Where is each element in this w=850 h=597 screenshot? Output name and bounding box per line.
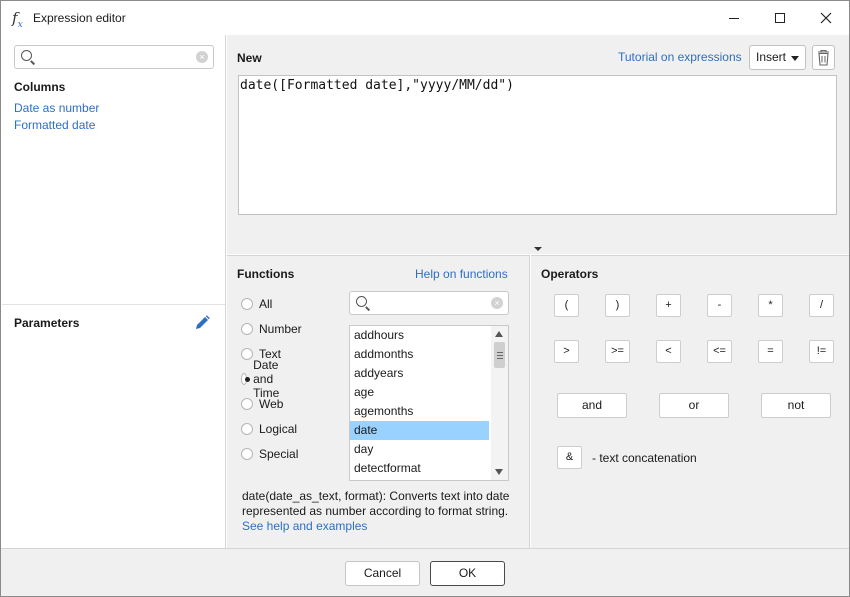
- radio-label: Special: [259, 447, 299, 461]
- insert-dropdown-button[interactable]: Insert: [749, 45, 806, 70]
- operator-less-equal-button[interactable]: <=: [707, 340, 732, 363]
- radio-circle: [241, 348, 253, 360]
- function-fx-icon: fx: [12, 9, 23, 30]
- operator-plus-button[interactable]: +: [656, 294, 681, 317]
- function-description: date(date_as_text, format): Converts tex…: [242, 489, 522, 534]
- chevron-down-icon: [791, 56, 799, 61]
- column-link-date-as-number[interactable]: Date as number: [14, 101, 99, 118]
- list-item[interactable]: addhours: [350, 326, 489, 345]
- functions-title: Functions: [237, 267, 295, 281]
- radio-category-logical[interactable]: Logical: [241, 419, 297, 439]
- close-button[interactable]: [803, 1, 849, 35]
- function-list-scrollbar[interactable]: [491, 326, 508, 480]
- operator-not-button[interactable]: not: [761, 393, 831, 418]
- radio-circle: [241, 298, 253, 310]
- radio-category-date-and-time[interactable]: Date and Time: [241, 358, 285, 400]
- maximize-icon: [775, 13, 785, 23]
- column-search-input[interactable]: ×: [14, 45, 214, 69]
- expression-editor-window: fx Expression editor × Columns Date as n…: [0, 0, 850, 597]
- left-pane: × Columns Date as number Formatted date …: [2, 35, 226, 548]
- expression-name-title: New: [237, 51, 262, 65]
- expression-textarea[interactable]: date([Formatted date],"yyyy/MM/dd"): [238, 75, 837, 215]
- insert-label: Insert: [756, 50, 787, 64]
- radio-category-special[interactable]: Special: [241, 444, 298, 464]
- list-item[interactable]: age: [350, 383, 489, 402]
- operators-panel: Operators ( ) + - * / > >= < <= = != and…: [531, 255, 849, 548]
- search-icon: [356, 296, 367, 307]
- search-icon: [21, 50, 32, 61]
- see-help-and-examples-link[interactable]: See help and examples: [242, 519, 522, 534]
- scroll-up-icon[interactable]: [495, 331, 503, 337]
- functions-panel: Functions Help on functions All Number T…: [227, 255, 530, 548]
- operator-less-button[interactable]: <: [656, 340, 681, 363]
- clear-search-icon[interactable]: ×: [491, 297, 503, 309]
- list-item[interactable]: detectformat: [350, 459, 489, 478]
- operator-multiply-button[interactable]: *: [758, 294, 783, 317]
- minimize-icon: [729, 17, 739, 19]
- operator-minus-button[interactable]: -: [707, 294, 732, 317]
- delete-button[interactable]: [812, 45, 835, 70]
- radio-label: Web: [259, 397, 284, 411]
- operator-or-button[interactable]: or: [659, 393, 729, 418]
- dialog-footer: Cancel OK: [1, 548, 849, 596]
- radio-category-all[interactable]: All: [241, 294, 272, 314]
- parameters-title: Parameters: [14, 316, 80, 330]
- radio-circle-checked: [241, 373, 250, 385]
- list-item-selected[interactable]: date: [350, 421, 489, 440]
- radio-circle: [241, 398, 253, 410]
- splitter-arrow-icon[interactable]: [534, 247, 542, 251]
- radio-label: All: [259, 297, 273, 311]
- operator-and-button[interactable]: and: [557, 393, 627, 418]
- operator-concat-button[interactable]: &: [557, 446, 582, 469]
- edit-parameters-pencil-icon[interactable]: [193, 314, 211, 332]
- title-bar: fx Expression editor: [1, 1, 849, 35]
- operator-greater-equal-button[interactable]: >=: [605, 340, 630, 363]
- expression-editor-area: New Tutorial on expressions Insert date(…: [227, 35, 849, 254]
- operator-divide-button[interactable]: /: [809, 294, 834, 317]
- radio-category-web[interactable]: Web: [241, 394, 283, 414]
- list-item[interactable]: agemonths: [350, 402, 489, 421]
- operator-equal-button[interactable]: =: [758, 340, 783, 363]
- column-link-formatted-date[interactable]: Formatted date: [14, 118, 99, 135]
- function-list[interactable]: addhours addmonths addyears age agemonth…: [349, 325, 509, 481]
- ok-button[interactable]: OK: [430, 561, 505, 586]
- radio-category-number[interactable]: Number: [241, 319, 302, 339]
- left-divider: [2, 304, 225, 305]
- operator-open-paren-button[interactable]: (: [554, 294, 579, 317]
- help-on-functions-link[interactable]: Help on functions: [415, 267, 508, 281]
- columns-title: Columns: [14, 80, 66, 94]
- maximize-button[interactable]: [757, 1, 803, 35]
- radio-label: Logical: [259, 422, 298, 436]
- cancel-button[interactable]: Cancel: [345, 561, 420, 586]
- operator-greater-button[interactable]: >: [554, 340, 579, 363]
- list-item[interactable]: day: [350, 440, 489, 459]
- function-description-text: date(date_as_text, format): Converts tex…: [242, 489, 510, 518]
- tutorial-link[interactable]: Tutorial on expressions: [618, 50, 742, 64]
- columns-list: Date as number Formatted date: [14, 101, 99, 135]
- close-icon: [820, 12, 832, 24]
- function-search-input[interactable]: ×: [349, 291, 509, 315]
- operator-not-equal-button[interactable]: !=: [809, 340, 834, 363]
- radio-label: Number: [259, 322, 302, 336]
- grip-icon: [497, 352, 503, 353]
- scrollbar-thumb[interactable]: [494, 342, 505, 368]
- radio-circle: [241, 423, 253, 435]
- radio-circle: [241, 448, 253, 460]
- trash-icon: [818, 49, 829, 66]
- window-title: Expression editor: [33, 11, 126, 25]
- operators-title: Operators: [541, 267, 599, 281]
- scroll-down-icon[interactable]: [495, 469, 503, 475]
- clear-search-icon[interactable]: ×: [196, 51, 208, 63]
- list-item[interactable]: addmonths: [350, 345, 489, 364]
- radio-circle: [241, 323, 253, 335]
- list-item[interactable]: addyears: [350, 364, 489, 383]
- concat-label: - text concatenation: [592, 451, 697, 465]
- minimize-button[interactable]: [711, 1, 757, 35]
- operator-close-paren-button[interactable]: ): [605, 294, 630, 317]
